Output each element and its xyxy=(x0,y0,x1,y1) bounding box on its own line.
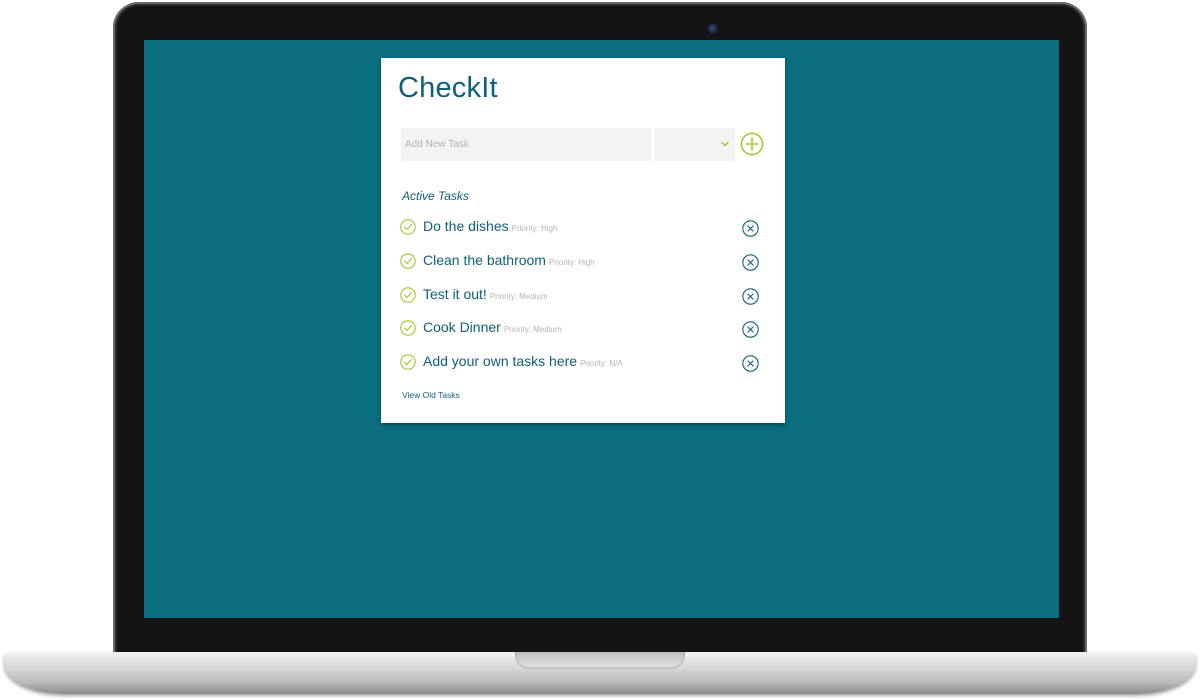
task-row: Add your own tasks here Priority: N/A xyxy=(381,351,785,385)
x-circle-icon xyxy=(742,321,759,338)
delete-task-button[interactable] xyxy=(742,254,759,271)
delete-task-button[interactable] xyxy=(742,321,759,338)
x-circle-icon xyxy=(742,220,759,237)
complete-task-button[interactable] xyxy=(400,354,416,370)
priority-select[interactable] xyxy=(654,128,735,161)
add-task-button[interactable] xyxy=(740,132,764,156)
new-task-input[interactable] xyxy=(401,128,652,161)
app-title: CheckIt xyxy=(398,72,498,104)
check-circle-icon xyxy=(400,219,416,235)
complete-task-button[interactable] xyxy=(400,320,416,336)
task-priority: Priority: N/A xyxy=(580,359,623,368)
task-name: Do the dishes Priority: High xyxy=(423,218,557,234)
task-name-text: Add your own tasks here xyxy=(423,353,578,369)
laptop-hinge-notch xyxy=(515,652,685,669)
task-name-text: Test it out! xyxy=(423,285,487,302)
task-name: Cook Dinner Priority: Medium xyxy=(423,319,562,335)
task-priority: Priority: High xyxy=(548,257,595,267)
delete-task-button[interactable] xyxy=(742,287,759,305)
laptop-screen: CheckIt Active Tasks xyxy=(144,40,1059,618)
check-circle-icon xyxy=(400,354,416,370)
task-name-text: Clean the bathroom xyxy=(423,251,546,268)
check-circle-icon xyxy=(400,286,416,303)
plus-circle-icon xyxy=(740,132,764,156)
task-row: Do the dishes Priority: High xyxy=(381,216,785,250)
task-name: Test it out! Priority: Medium xyxy=(423,286,548,302)
x-circle-icon xyxy=(742,355,759,372)
active-task-list: Do the dishes Priority: High Clean the b… xyxy=(381,216,785,385)
active-tasks-heading: Active Tasks xyxy=(402,189,469,203)
complete-task-button[interactable] xyxy=(400,253,416,269)
x-circle-icon xyxy=(742,254,759,271)
task-priority: Priority: High xyxy=(511,224,558,233)
task-name-text: Do the dishes xyxy=(423,218,509,234)
task-row: Clean the bathroom Priority: High xyxy=(381,250,785,284)
x-circle-icon xyxy=(742,287,759,305)
check-circle-icon xyxy=(400,253,416,269)
view-old-tasks-link[interactable]: View Old Tasks xyxy=(402,390,460,400)
delete-task-button[interactable] xyxy=(742,355,759,372)
task-priority: Priority: Medium xyxy=(489,291,548,301)
check-circle-icon xyxy=(400,320,416,336)
delete-task-button[interactable] xyxy=(742,220,759,237)
app-card: CheckIt Active Tasks xyxy=(381,58,785,423)
chevron-down-icon xyxy=(721,141,729,147)
camera xyxy=(708,24,719,35)
complete-task-button[interactable] xyxy=(400,286,416,303)
complete-task-button[interactable] xyxy=(400,219,416,235)
task-name-text: Cook Dinner xyxy=(423,319,501,336)
task-priority: Priority: Medium xyxy=(503,325,562,335)
task-row: Cook Dinner Priority: Medium xyxy=(381,317,785,351)
task-name: Clean the bathroom Priority: High xyxy=(423,252,595,268)
task-name: Add your own tasks here Priority: N/A xyxy=(423,353,623,369)
task-row: Test it out! Priority: Medium xyxy=(381,284,785,318)
